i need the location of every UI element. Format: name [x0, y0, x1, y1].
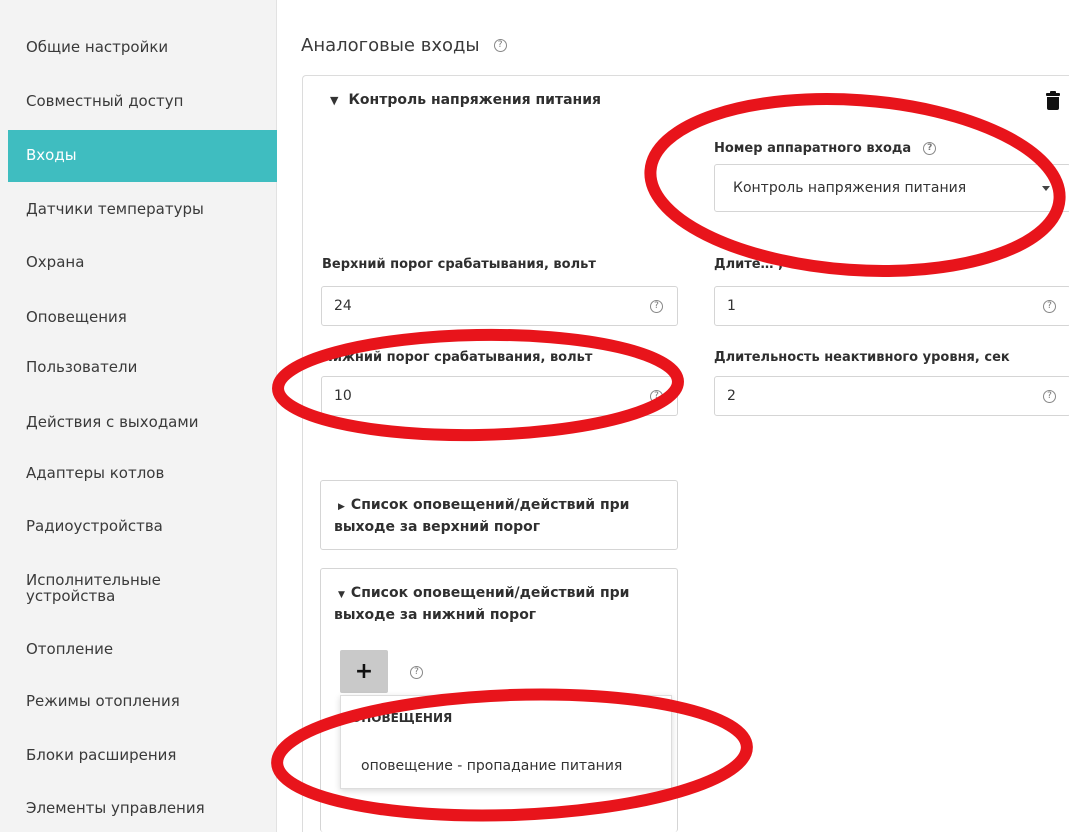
page-title-text: Аналоговые входы	[301, 35, 480, 56]
add-action-button[interactable]: +	[340, 650, 388, 693]
lower-threshold-input[interactable]: 10 ?	[321, 376, 678, 416]
dropdown-option-power-loss[interactable]: оповещение - пропадание питания	[341, 746, 671, 786]
inactive-duration-input[interactable]: 2 ?	[714, 376, 1069, 416]
help-icon[interactable]: ?	[410, 666, 423, 679]
sidebar-item-label: Режимы отопления	[26, 692, 180, 711]
caret-down-icon: ▼	[330, 93, 339, 107]
sidebar-item-label: Пользователи	[26, 358, 138, 377]
input-block-header[interactable]: ▼ Контроль напряжения питания	[330, 92, 601, 108]
upper-threshold-actions-header[interactable]: ▶ Список оповещений/действий при выходе з…	[334, 495, 664, 537]
sidebar-item-expansion-units[interactable]: Блоки расширения	[8, 730, 277, 782]
hardware-input-label: Номер аппаратного входа ?	[714, 141, 937, 156]
sidebar-item-label: Адаптеры котлов	[26, 464, 165, 483]
sidebar-item-output-actions[interactable]: Действия с выходами	[8, 397, 277, 449]
sidebar-item-label: Датчики температуры	[26, 200, 204, 219]
input-block-title: Контроль напряжения питания	[348, 92, 602, 108]
help-icon[interactable]: ?	[493, 39, 507, 52]
hardware-input-select[interactable]: Контроль напряжения питания	[714, 164, 1069, 212]
upper-threshold-input[interactable]: 24 ?	[321, 286, 678, 326]
upper-threshold-label: Верхний порог срабатывания, вольт	[322, 257, 596, 272]
lower-threshold-value: 10	[334, 388, 352, 404]
sidebar-item-label: Общие настройки	[26, 38, 169, 57]
inactive-duration-label-text: Длительность неактивного уровня, сек	[714, 350, 1010, 365]
upper-threshold-actions-title: Список оповещений/действий при выходе за…	[334, 497, 630, 535]
sidebar-item-radio-devices[interactable]: Радиоустройства	[8, 501, 277, 553]
upper-threshold-label-text: Верхний порог срабатывания, вольт	[322, 257, 596, 272]
inactive-duration-label: Длительность неактивного уровня, сек	[714, 350, 1010, 365]
chevron-down-icon	[1042, 186, 1050, 191]
sidebar-item-inputs[interactable]: Входы	[8, 130, 277, 182]
hardware-input-value: Контроль напряжения питания	[733, 180, 967, 196]
sidebar-item-label: Входы	[26, 146, 77, 165]
lower-threshold-actions-title: Список оповещений/действий при выходе за…	[334, 585, 630, 623]
sidebar-item-label: Оповещения	[26, 308, 127, 327]
sidebar: Общие настройки Совместный доступ Входы …	[0, 0, 277, 832]
sidebar-item-label: Совместный доступ	[26, 92, 184, 111]
sidebar-item-label: Действия с выходами	[26, 413, 199, 432]
active-duration-input[interactable]: 1 ?	[714, 286, 1069, 326]
sidebar-item-label: Элементы управления	[26, 799, 205, 818]
sidebar-item-general-settings[interactable]: Общие настройки	[8, 22, 277, 74]
trash-icon[interactable]	[1046, 91, 1060, 110]
caret-down-icon: ▼	[338, 590, 345, 600]
sidebar-item-heating-modes[interactable]: Режимы отопления	[8, 676, 277, 728]
sidebar-item-temperature-sensors[interactable]: Датчики температуры	[8, 184, 277, 236]
sidebar-item-security[interactable]: Охрана	[8, 237, 277, 289]
active-duration-value: 1	[727, 298, 736, 314]
help-icon[interactable]: ?	[1043, 300, 1056, 313]
sidebar-item-users[interactable]: Пользователи	[8, 342, 277, 394]
active-duration-label-text: Длите… , сек	[714, 257, 813, 272]
sidebar-item-controls[interactable]: Элементы управления	[8, 783, 277, 832]
help-icon[interactable]: ?	[1043, 390, 1056, 403]
lower-threshold-label: Нижний порог срабатывания, вольт	[322, 350, 592, 365]
active-duration-label: Длите… , сек	[714, 257, 813, 272]
lower-threshold-actions-header[interactable]: ▼ Список оповещений/действий при выходе з…	[334, 583, 664, 625]
sidebar-item-heating[interactable]: Отопление	[8, 624, 277, 676]
dropdown-group-label: ОПОВЕЩЕНИЯ	[351, 711, 453, 725]
upper-threshold-value: 24	[334, 298, 352, 314]
sidebar-item-actuators[interactable]: Исполнительные устройства	[8, 563, 277, 615]
sidebar-item-notifications[interactable]: Оповещения	[8, 292, 277, 344]
help-icon[interactable]: ?	[650, 300, 663, 313]
sidebar-item-label: Охрана	[26, 253, 85, 272]
sidebar-item-label: Отопление	[26, 640, 114, 659]
sidebar-item-label: Радиоустройства	[26, 517, 163, 536]
sidebar-item-boiler-adapters[interactable]: Адаптеры котлов	[8, 448, 277, 500]
dropdown-option-label: оповещение - пропадание питания	[361, 758, 623, 774]
add-action-dropdown: ОПОВЕЩЕНИЯ оповещение - пропадание питан…	[340, 695, 672, 789]
inactive-duration-value: 2	[727, 388, 736, 404]
sidebar-item-shared-access[interactable]: Совместный доступ	[8, 76, 277, 128]
page-title: Аналоговые входы ?	[301, 35, 507, 56]
help-icon[interactable]: ?	[923, 142, 937, 155]
help-icon[interactable]: ?	[650, 390, 663, 403]
lower-threshold-label-text: Нижний порог срабатывания, вольт	[322, 350, 593, 365]
sidebar-item-label: Исполнительные устройства	[26, 571, 161, 605]
upper-threshold-actions-panel: ▶ Список оповещений/действий при выходе з…	[320, 480, 678, 550]
caret-right-icon: ▶	[338, 502, 345, 512]
hardware-input-label-text: Номер аппаратного входа	[714, 141, 912, 156]
sidebar-item-label: Блоки расширения	[26, 746, 177, 765]
